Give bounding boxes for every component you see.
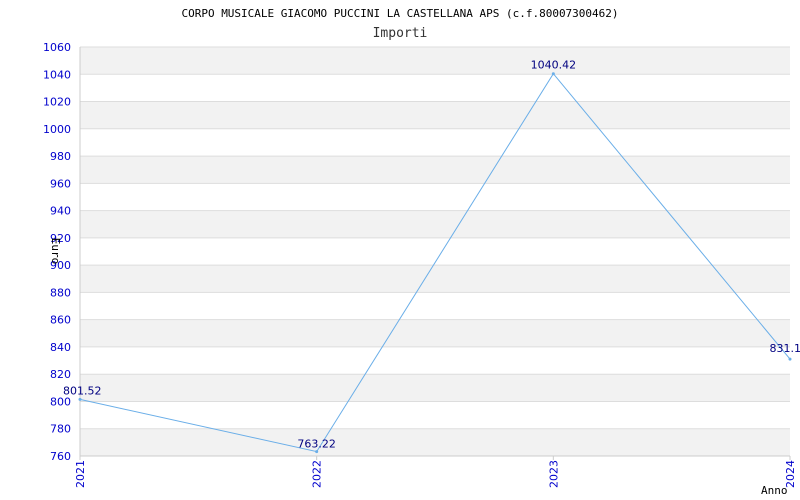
x-axis-label: Anno — [761, 484, 788, 497]
y-tick-label: 860 — [50, 314, 71, 327]
grid-band — [80, 319, 790, 347]
plot-background-bands — [80, 47, 790, 456]
y-tick-label: 840 — [50, 341, 71, 354]
y-tick-label: 980 — [50, 150, 71, 163]
y-tick-label: 880 — [50, 286, 71, 299]
x-tick-label: 2022 — [311, 460, 324, 488]
y-tick-label: 1000 — [43, 123, 71, 136]
data-point — [788, 357, 792, 361]
line-chart: CORPO MUSICALE GIACOMO PUCCINI LA CASTEL… — [43, 7, 800, 497]
x-tick-label: 2023 — [547, 460, 560, 488]
data-point — [78, 397, 82, 401]
grid-band — [80, 428, 790, 456]
y-tick-label: 940 — [50, 205, 71, 218]
grid-band — [80, 265, 790, 293]
y-tick-label: 1040 — [43, 68, 71, 81]
data-label: 831.1 — [770, 342, 800, 355]
data-label: 1040.42 — [531, 59, 577, 72]
y-tick-label: 800 — [50, 395, 71, 408]
y-axis-label: Euro — [49, 238, 62, 265]
y-tick-label: 1020 — [43, 96, 71, 109]
chart-title: CORPO MUSICALE GIACOMO PUCCINI LA CASTEL… — [181, 7, 618, 20]
x-tick-label: 2021 — [74, 460, 87, 488]
data-point — [551, 72, 555, 76]
y-tick-label: 1060 — [43, 41, 71, 54]
data-label: 801.52 — [63, 384, 102, 397]
grid-band — [80, 47, 790, 75]
y-tick-label: 820 — [50, 368, 71, 381]
y-tick-label: 960 — [50, 177, 71, 190]
grid-band — [80, 374, 790, 402]
y-tick-label: 780 — [50, 423, 71, 436]
grid-band — [80, 156, 790, 184]
chart-subtitle: Importi — [373, 26, 428, 41]
grid-band — [80, 101, 790, 129]
y-tick-label: 760 — [50, 450, 71, 463]
grid-band — [80, 210, 790, 238]
x-tick-labels: 2021 2022 2023 2024 — [74, 456, 797, 488]
data-label: 763.22 — [297, 438, 336, 451]
